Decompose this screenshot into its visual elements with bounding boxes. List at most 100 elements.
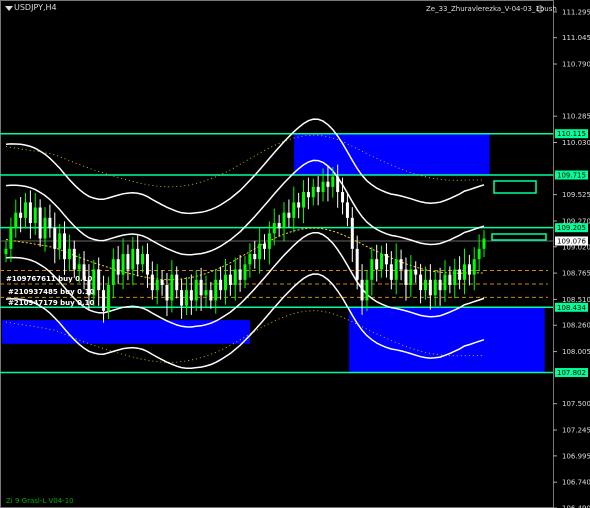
axis-tick-label: 108.260 xyxy=(562,322,590,330)
candle-body xyxy=(160,279,164,285)
axis-tick-label: 108.765 xyxy=(562,270,590,278)
price-tag-label: 110.115 xyxy=(557,130,586,138)
candle-body xyxy=(180,290,184,306)
candle-body xyxy=(399,259,403,270)
axis-tick-label: 108.005 xyxy=(562,348,590,356)
candle-body xyxy=(184,290,188,306)
candle-body xyxy=(72,248,76,270)
axis-tick-label: 110.790 xyxy=(562,61,590,69)
candle-body xyxy=(443,274,447,291)
candle-body xyxy=(345,202,349,218)
candle-body xyxy=(326,181,330,187)
candle-body xyxy=(282,212,286,229)
candle-body xyxy=(4,248,8,254)
candle-body xyxy=(306,192,310,198)
zone-rect xyxy=(2,320,250,344)
order-label[interactable]: #109767611 buy 0.10 xyxy=(6,275,92,283)
axis-tick-label: 110.285 xyxy=(562,113,590,121)
candle-body xyxy=(365,279,369,301)
candle-body xyxy=(341,192,345,203)
candle-body xyxy=(360,279,364,301)
axis-tick-label: 107.500 xyxy=(562,400,590,408)
candle-body xyxy=(111,259,115,285)
candle-body xyxy=(77,264,81,270)
candle-body xyxy=(150,274,154,291)
indicator-label: Zi 9 Grasl-L V04-10 xyxy=(6,497,74,505)
candle-body xyxy=(462,264,466,280)
axis-tick-label: 110.030 xyxy=(562,139,590,147)
symbol-menu-icon[interactable] xyxy=(5,6,13,11)
candle-body xyxy=(297,202,301,208)
candle-body xyxy=(331,176,335,187)
candle-body xyxy=(38,207,42,239)
candle-body xyxy=(136,248,140,265)
candle-body xyxy=(267,233,271,249)
candle-body xyxy=(199,279,203,296)
candle-body xyxy=(116,259,120,275)
order-label[interactable]: #210947179 buy 0.10 xyxy=(8,299,94,307)
candle-body xyxy=(414,269,418,275)
candle-body xyxy=(409,269,413,285)
candle-body xyxy=(223,274,227,291)
candle-body xyxy=(14,212,18,229)
candle-body xyxy=(467,264,471,275)
candle-body xyxy=(350,217,354,249)
candle-body xyxy=(58,233,62,249)
candle-body xyxy=(428,279,432,296)
candle-body xyxy=(419,274,423,291)
candle-body xyxy=(277,223,281,229)
plot-area xyxy=(0,0,554,508)
candle-body xyxy=(121,254,125,275)
candle-body xyxy=(311,186,315,198)
candle-body xyxy=(228,274,232,285)
price-chart[interactable]: 111.295 111.045 110.790 110.285 110.030 109.5… xyxy=(0,0,590,508)
candle-body xyxy=(370,259,374,280)
candle-body xyxy=(194,279,198,301)
candle-body xyxy=(287,212,291,218)
candle-body xyxy=(170,274,174,301)
candle-body xyxy=(336,176,340,193)
candle-body xyxy=(97,269,101,291)
candle-body xyxy=(33,207,37,224)
candle-body xyxy=(302,192,306,208)
candle-body xyxy=(238,269,242,280)
candle-body xyxy=(9,228,13,249)
candle-body xyxy=(106,284,110,311)
candle-body xyxy=(219,279,223,291)
candle-body xyxy=(248,254,252,265)
price-tag-label: 109.205 xyxy=(557,224,586,232)
candle-body xyxy=(102,290,106,311)
candle-body xyxy=(438,279,442,291)
order-label[interactable]: #210937485 buy 0.10 xyxy=(8,288,94,296)
candle-body xyxy=(67,248,71,260)
candle-body xyxy=(131,248,135,270)
candle-body xyxy=(209,290,213,301)
symbol-label: USDJPY,H4 xyxy=(14,3,57,12)
axis-tick-label: 107.245 xyxy=(562,427,590,435)
candle-body xyxy=(384,254,388,265)
candle-body xyxy=(394,259,398,280)
candle-body xyxy=(321,181,325,193)
candle-body xyxy=(389,264,393,280)
candle-body xyxy=(233,269,237,285)
candle-body xyxy=(258,243,262,260)
candle-body xyxy=(243,264,247,280)
candle-body xyxy=(433,279,437,296)
candle-body xyxy=(141,254,145,265)
candle-body xyxy=(404,269,408,285)
candle-body xyxy=(63,233,67,260)
price-tag-label: 109.076 xyxy=(557,237,586,245)
candle-body xyxy=(53,228,57,249)
candle-body xyxy=(453,269,457,285)
candle-body xyxy=(175,274,179,291)
candle-body xyxy=(316,186,320,193)
candle-body xyxy=(448,274,452,285)
candle-body xyxy=(145,254,149,275)
candle-body xyxy=(19,212,23,218)
candle-body xyxy=(472,259,476,275)
zone-rect xyxy=(349,307,545,373)
smiley-icon[interactable]: ☺ xyxy=(536,5,544,14)
price-tag-label: 108.434 xyxy=(557,304,586,312)
candle-body xyxy=(482,238,486,249)
candle-body xyxy=(355,248,359,280)
